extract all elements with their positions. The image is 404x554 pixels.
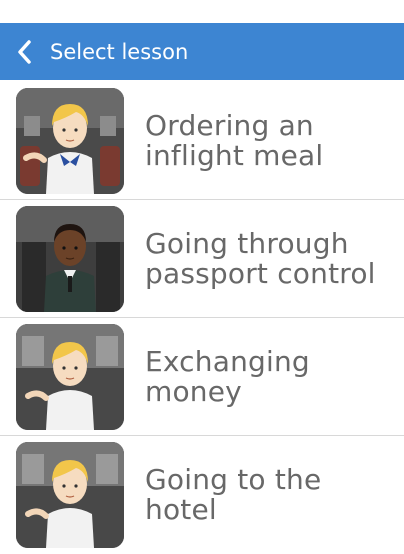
flight-attendant-thumbnail: [16, 87, 124, 194]
back-button[interactable]: [0, 23, 50, 80]
chevron-left-icon: [18, 39, 31, 64]
status-bar: [0, 0, 404, 23]
clerk-thumbnail: [16, 442, 124, 548]
passport-officer-thumbnail: [16, 205, 124, 312]
lesson-item-inflight-meal[interactable]: Ordering an inflight meal: [0, 82, 404, 200]
lesson-title: Exchanging money: [145, 344, 310, 408]
clerk-thumbnail: [16, 323, 124, 430]
lesson-item-exchanging-money[interactable]: Exchanging money: [0, 318, 404, 436]
lesson-item-passport-control[interactable]: Going through passport control: [0, 200, 404, 318]
lesson-list: Ordering an inflight meal Going through …: [0, 82, 404, 554]
app-header: Select lesson: [0, 23, 404, 80]
lesson-title: Going through passport control: [145, 226, 376, 290]
lesson-title: Ordering an inflight meal: [145, 108, 324, 172]
lesson-title: Going to the hotel: [145, 463, 322, 526]
lesson-item-going-to-hotel[interactable]: Going to the hotel: [0, 436, 404, 554]
page-title: Select lesson: [50, 39, 189, 64]
